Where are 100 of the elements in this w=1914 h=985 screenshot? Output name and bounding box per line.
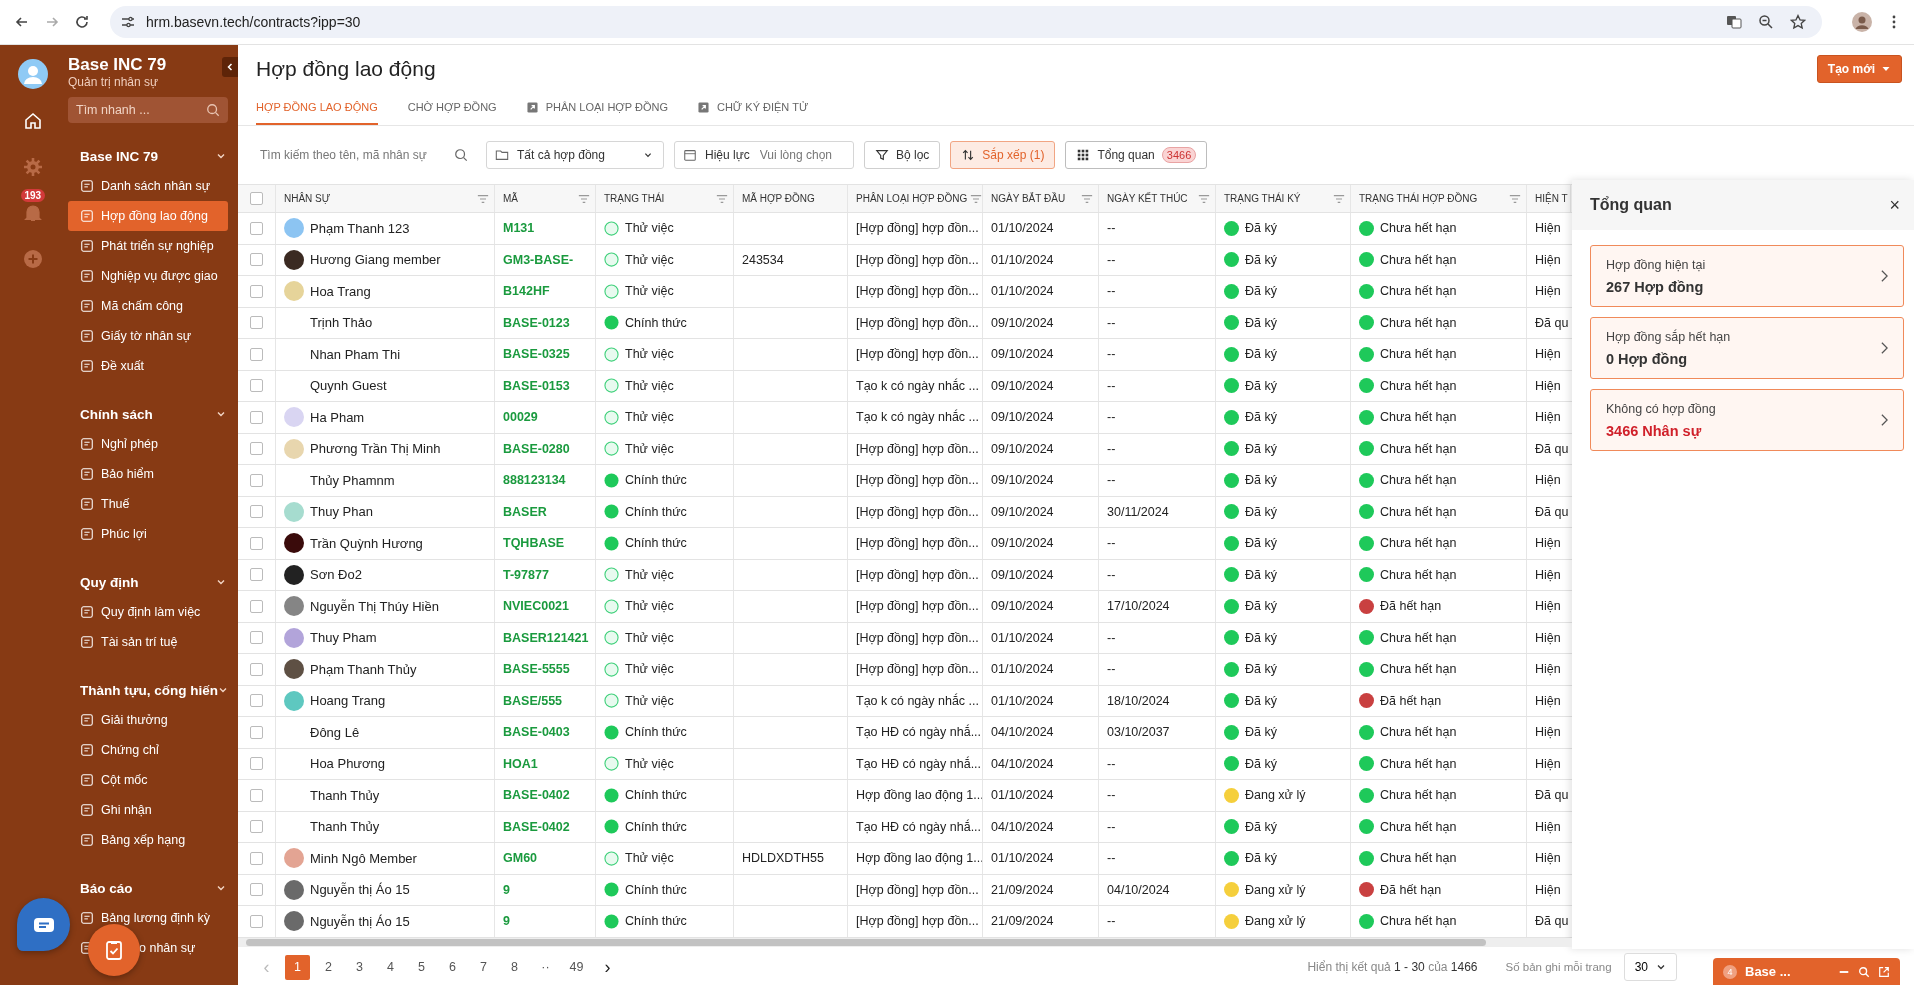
employee-name[interactable]: Đông Lê — [310, 724, 360, 740]
sidebar-item[interactable]: Phúc lợi — [68, 519, 228, 549]
employee-code[interactable]: BASE-0123 — [503, 315, 570, 330]
employee-name[interactable]: Thuy Phan — [310, 504, 373, 520]
employee-code[interactable]: 00029 — [503, 410, 538, 425]
page-button[interactable]: 2 — [316, 954, 341, 980]
sidebar-item[interactable]: Cột mốc — [68, 765, 228, 795]
next-page-button[interactable]: › — [595, 954, 620, 980]
per-page-select[interactable]: 30 — [1623, 953, 1677, 981]
table-cell: [Hợp đồng] hợp đồn... — [856, 221, 979, 236]
employee-code[interactable]: 888123134 — [503, 473, 566, 488]
quick-search-field[interactable]: Tìm nhanh ... — [68, 97, 228, 123]
sidebar-item[interactable]: Chứng chỉ — [68, 735, 228, 765]
page-button[interactable]: 5 — [409, 954, 434, 980]
sidebar-item[interactable]: Tài sản trí tuệ — [68, 627, 228, 657]
sidebar-item[interactable]: Bảng xếp hạng — [68, 825, 228, 855]
employee-name[interactable]: Thanh Thủy — [310, 787, 380, 803]
employee-code[interactable]: BASE-0402 — [503, 788, 570, 803]
summary-card[interactable]: Hợp đồng hiện tại 267 Hợp đồng — [1590, 245, 1904, 307]
employee-code[interactable]: TQHBASE — [503, 536, 565, 551]
employee-name[interactable]: Nguyễn Thị Thúy Hiền — [310, 598, 439, 614]
employee-name[interactable]: Phạm Thanh 123 — [310, 220, 410, 236]
page-button[interactable]: 4 — [378, 954, 403, 980]
menu-section[interactable]: Chính sách — [68, 399, 238, 429]
sidebar-item[interactable]: Phát triển sự nghiệp — [68, 231, 228, 261]
employee-code[interactable]: BASER121421 — [503, 630, 589, 645]
employee-code[interactable]: BASE-0402 — [503, 819, 570, 834]
employee-code[interactable]: NVIEC0021 — [503, 599, 569, 614]
sidebar-item[interactable]: Danh sách nhân sự — [68, 171, 228, 201]
employee-name[interactable]: Sơn Đo2 — [310, 567, 362, 583]
employee-name[interactable]: Phạm Thanh Thủy — [310, 661, 417, 677]
page-button[interactable]: 3 — [347, 954, 372, 980]
sidebar-item[interactable]: Mã chấm công — [68, 291, 228, 321]
employee-name[interactable]: Thanh Thủy — [310, 819, 380, 835]
date-picker[interactable]: Hiệu lực Vui lòng chọn — [674, 141, 854, 169]
overview-button[interactable]: Tổng quan 3466 — [1065, 141, 1208, 169]
employee-name[interactable]: Quynh Guest — [310, 378, 387, 394]
menu-section[interactable]: Thành tựu, cống hiến — [68, 675, 238, 705]
employee-name[interactable]: Nguyễn thị Áo 15 — [310, 882, 410, 898]
employee-name[interactable]: Phương Trần Thị Minh — [310, 441, 441, 457]
page-button[interactable]: 7 — [471, 954, 496, 980]
employee-name[interactable]: Trịnh Thảo — [310, 315, 373, 331]
sidebar-item[interactable]: Bảng lương định kỳ — [68, 903, 228, 933]
sidebar-item[interactable]: Giấy tờ nhân sự — [68, 321, 228, 351]
address-bar[interactable]: hrm.basevn.tech/contracts?ipp=30 — [110, 6, 1822, 38]
summary-card[interactable]: Không có hợp đồng 3466 Nhân sự — [1590, 389, 1904, 451]
table-cell: Hiện — [1535, 725, 1561, 740]
tab[interactable]: CHỜ HỢP ĐỒNG — [407, 91, 497, 125]
employee-name[interactable]: Nguyễn thị Áo 15 — [310, 913, 410, 929]
close-button[interactable]: × — [1885, 194, 1904, 216]
page-button[interactable]: ·· — [533, 954, 558, 980]
employee-code[interactable]: BASE-0403 — [503, 725, 570, 740]
employee-name[interactable]: Ha Pham — [310, 409, 365, 425]
page-button[interactable]: 49 — [564, 954, 589, 980]
employee-code[interactable]: BASE/555 — [503, 693, 563, 708]
employee-name[interactable]: Hương Giang member — [310, 252, 441, 268]
employee-code[interactable]: BASE-0153 — [503, 378, 570, 393]
employee-name[interactable]: Thủy Phamnm — [310, 472, 395, 488]
contract-dropdown[interactable]: Tất cả hợp đồng — [486, 141, 664, 169]
employee-name[interactable]: Minh Ngô Member — [310, 850, 417, 866]
tab[interactable]: HỢP ĐỒNG LAO ĐỘNG — [256, 91, 378, 125]
employee-code[interactable]: M131 — [503, 221, 535, 236]
employee-code[interactable]: GM3-BASE- — [503, 252, 574, 267]
employee-code[interactable]: T-97877 — [503, 567, 549, 582]
page-button[interactable]: 6 — [440, 954, 465, 980]
filter-button[interactable]: Bộ lọc — [864, 141, 941, 169]
employee-code[interactable]: BASER — [503, 504, 547, 519]
sidebar-item[interactable]: Giải thưởng — [68, 705, 228, 735]
sidebar-item[interactable]: Thuế — [68, 489, 228, 519]
employee-name[interactable]: Thuy Pham — [310, 630, 377, 646]
employee-name[interactable]: Hoa Trang — [310, 283, 371, 299]
employee-name[interactable]: Nhan Pham Thi — [310, 346, 401, 362]
sidebar-item[interactable]: Ghi nhận — [68, 795, 228, 825]
employee-code[interactable]: B142HF — [503, 284, 550, 299]
employee-name[interactable]: Hoa Phương — [310, 756, 386, 772]
employee-code[interactable]: BASE-0325 — [503, 347, 570, 362]
sidebar-item[interactable]: Nghiệp vụ được giao — [68, 261, 228, 291]
search-field[interactable]: Tìm kiếm theo tên, mã nhân sự — [252, 141, 476, 169]
summary-card[interactable]: Hợp đồng sắp hết hạn 0 Hợp đồng — [1590, 317, 1904, 379]
page-button[interactable]: 8 — [502, 954, 527, 980]
employee-code[interactable]: BASE-5555 — [503, 662, 570, 677]
sidebar-item[interactable]: Bảo hiểm — [68, 459, 228, 489]
menu-section[interactable]: Báo cáo — [68, 873, 238, 903]
employee-code[interactable]: HOA1 — [503, 756, 538, 771]
date-input[interactable]: Vui lòng chọn — [757, 147, 845, 163]
sidebar-item[interactable]: Đề xuất — [68, 351, 228, 381]
employee-name[interactable]: Hoang Trang — [310, 693, 386, 709]
sidebar-item[interactable]: Quy định làm việc — [68, 597, 228, 627]
tab[interactable]: PHÂN LOẠI HỢP ĐỒNG — [526, 91, 668, 125]
employee-name[interactable]: Trần Quỳnh Hương — [310, 535, 423, 551]
employee-code[interactable]: BASE-0280 — [503, 441, 570, 456]
menu-section[interactable]: Base INC 79 — [68, 141, 238, 171]
menu-section[interactable]: Quy định — [68, 567, 238, 597]
tab[interactable]: CHỮ KÝ ĐIỆN TỬ — [697, 91, 809, 125]
employee-code[interactable]: 9 — [503, 914, 510, 929]
sidebar-item[interactable]: Nghỉ phép — [68, 429, 228, 459]
status-text: Chưa hết hạn — [1380, 221, 1457, 236]
employee-code[interactable]: 9 — [503, 882, 510, 897]
employee-code[interactable]: GM60 — [503, 851, 538, 866]
table-cell: Hiện — [1535, 567, 1561, 582]
